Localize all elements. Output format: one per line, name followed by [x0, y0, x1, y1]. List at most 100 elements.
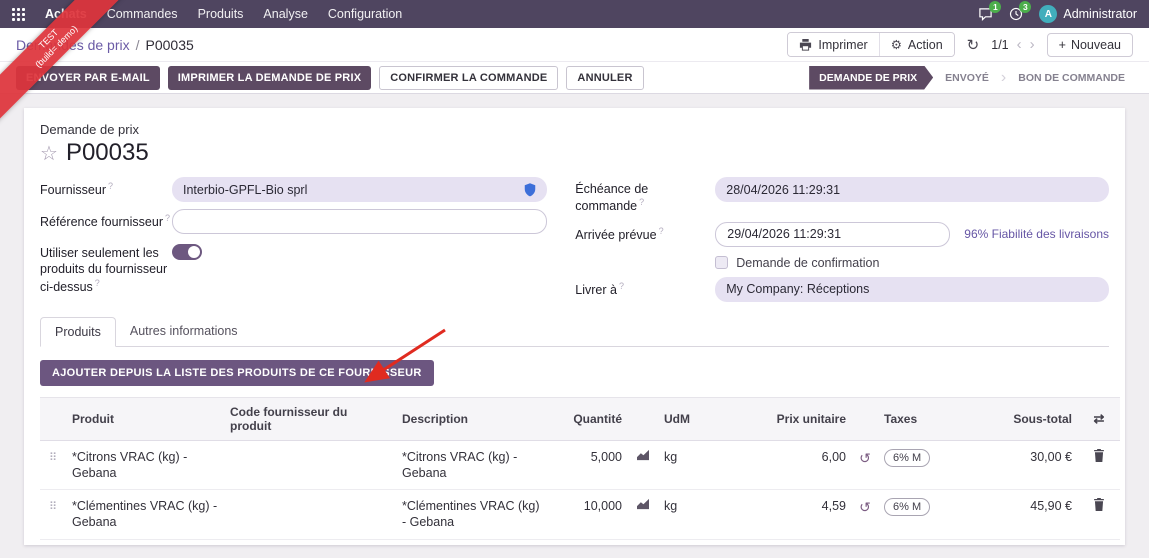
print-action-button-group: Imprimer ⚙ Action: [787, 32, 954, 57]
field-group-right: Échéance de commande? 28/04/2026 11:29:3…: [575, 177, 1109, 309]
help-marker: ?: [659, 226, 664, 236]
line-vendor-code[interactable]: [224, 490, 396, 540]
internal-user-shield-icon[interactable]: [524, 183, 536, 197]
status-step-sent[interactable]: ENVOYÉ: [937, 72, 997, 84]
col-prix-unitaire[interactable]: Prix unitaire: [740, 397, 852, 440]
odoo-purchase-rfq-screen: Achats Commandes Produits Analyse Config…: [0, 0, 1149, 558]
expected-arrival-input[interactable]: [715, 222, 950, 247]
line-add-links: Ajouter un produit Ajouter une section A…: [40, 540, 1109, 545]
top-navbar: Achats Commandes Produits Analyse Config…: [0, 0, 1149, 28]
drag-handle-icon[interactable]: ⠿: [49, 452, 57, 464]
only-vendor-products-toggle[interactable]: [172, 244, 202, 260]
print-button[interactable]: Imprimer: [788, 33, 878, 56]
new-button-label: Nouveau: [1071, 38, 1121, 52]
order-deadline-field[interactable]: 28/04/2026 11:29:31: [715, 177, 1109, 202]
line-product[interactable]: *Citrons VRAC (kg) - Gebana: [66, 440, 224, 490]
order-deadline-label: Échéance de commande?: [575, 177, 715, 215]
help-marker: ?: [165, 213, 170, 223]
printer-icon: [799, 39, 812, 51]
menu-commandes[interactable]: Commandes: [107, 7, 178, 21]
line-qty[interactable]: 10,000: [546, 490, 628, 540]
col-quantite[interactable]: Quantité: [546, 397, 628, 440]
line-unit-price[interactable]: 6,00: [740, 440, 852, 490]
col-description[interactable]: Description: [396, 397, 546, 440]
expected-arrival-label: Arrivée prévue?: [575, 222, 715, 243]
forecast-chart-icon[interactable]: [636, 449, 650, 461]
help-marker: ?: [619, 281, 624, 291]
only-vendor-products-label: Utiliser seulement les produits du fourn…: [40, 241, 172, 295]
line-description[interactable]: *Clémentines VRAC (kg) - Gebana: [396, 490, 546, 540]
notebook-tabs: Produits Autres informations: [40, 317, 1109, 347]
line-uom[interactable]: kg: [658, 490, 740, 540]
line-product[interactable]: *Clémentines VRAC (kg) - Gebana: [66, 490, 224, 540]
order-line-row[interactable]: ⠿ *Clémentines VRAC (kg) - Gebana *Cléme…: [40, 490, 1120, 540]
help-marker: ?: [639, 197, 644, 207]
activities-button[interactable]: 3: [1009, 7, 1023, 21]
drag-handle-icon[interactable]: ⠿: [49, 501, 57, 513]
price-history-icon[interactable]: ↺: [859, 450, 871, 466]
help-marker: ?: [95, 278, 100, 288]
pager-next-icon[interactable]: ›: [1030, 36, 1035, 53]
confirmation-label: Demande de confirmation: [736, 256, 879, 270]
new-button[interactable]: + Nouveau: [1047, 33, 1133, 57]
status-step-po[interactable]: BON DE COMMANDE: [1010, 72, 1133, 84]
form-sheet: Demande de prix ☆ P00035 Fournisseur? In…: [24, 108, 1125, 545]
page-title: P00035: [66, 139, 149, 167]
breadcrumb-separator: /: [136, 37, 140, 53]
confirm-order-button[interactable]: CONFIRMER LA COMMANDE: [379, 66, 558, 90]
status-step-rfq[interactable]: DEMANDE DE PRIX: [809, 66, 933, 90]
cancel-button[interactable]: ANNULER: [566, 66, 643, 90]
pager-value: 1/1: [991, 38, 1008, 52]
print-rfq-button[interactable]: IMPRIMER LA DEMANDE DE PRIX: [168, 66, 371, 90]
pager-previous-icon[interactable]: ‹: [1017, 36, 1022, 53]
line-subtotal: 30,00 €: [970, 440, 1078, 490]
add-from-vendor-list-button[interactable]: AJOUTER DEPUIS LA LISTE DES PRODUITS DE …: [40, 360, 434, 386]
user-menu[interactable]: A Administrator: [1039, 5, 1137, 23]
optional-columns-icon[interactable]: ⇄: [1094, 411, 1105, 426]
vendor-value: Interbio-GPFL-Bio sprl: [183, 183, 524, 197]
line-subtotal: 45,90 €: [970, 490, 1078, 540]
tab-produits[interactable]: Produits: [40, 317, 116, 347]
price-history-icon[interactable]: ↺: [859, 499, 871, 515]
menu-produits[interactable]: Produits: [198, 7, 244, 21]
history-column-header: [852, 397, 878, 440]
col-taxes[interactable]: Taxes: [878, 397, 970, 440]
tax-tag[interactable]: 6% M: [884, 498, 930, 516]
action-button[interactable]: ⚙ Action: [879, 33, 954, 56]
user-avatar: A: [1039, 5, 1057, 23]
col-produit[interactable]: Produit: [66, 397, 224, 440]
breadcrumb-parent-link[interactable]: Demandes de prix: [16, 37, 130, 53]
vendor-label: Fournisseur?: [40, 177, 172, 198]
vendor-ref-input[interactable]: [172, 209, 547, 234]
line-vendor-code[interactable]: [224, 440, 396, 490]
vendor-field[interactable]: Interbio-GPFL-Bio sprl: [172, 177, 547, 202]
apps-grid-icon[interactable]: [12, 8, 25, 21]
delete-line-icon[interactable]: [1093, 449, 1105, 462]
menu-configuration[interactable]: Configuration: [328, 7, 402, 21]
tax-tag[interactable]: 6% M: [884, 449, 930, 467]
table-header-row: Produit Code fournisseur du produit Desc…: [40, 397, 1120, 440]
col-code-fournisseur[interactable]: Code fournisseur du produit: [224, 397, 396, 440]
record-pager: 1/1 ‹ ›: [991, 36, 1034, 53]
order-line-row[interactable]: ⠿ *Citrons VRAC (kg) - Gebana *Citrons V…: [40, 440, 1120, 490]
col-udm[interactable]: UdM: [658, 397, 740, 440]
line-unit-price[interactable]: 4,59: [740, 490, 852, 540]
delete-line-icon[interactable]: [1093, 498, 1105, 511]
tab-autres-informations[interactable]: Autres informations: [116, 317, 252, 346]
confirmation-checkbox[interactable]: [715, 256, 728, 269]
send-by-email-button[interactable]: ENVOYER PAR E-MAIL: [16, 66, 160, 90]
print-button-label: Imprimer: [818, 38, 867, 52]
col-sous-total[interactable]: Sous-total: [970, 397, 1078, 440]
deliver-to-field[interactable]: My Company: Réceptions: [715, 277, 1109, 302]
refresh-icon[interactable]: ↻: [967, 36, 980, 54]
messages-button[interactable]: 1: [978, 7, 993, 21]
handle-column-header: [40, 397, 66, 440]
line-description[interactable]: *Citrons VRAC (kg) - Gebana: [396, 440, 546, 490]
line-qty[interactable]: 5,000: [546, 440, 628, 490]
app-menu-achats[interactable]: Achats: [45, 7, 87, 21]
gear-icon: ⚙: [891, 37, 902, 52]
menu-analyse[interactable]: Analyse: [263, 7, 307, 21]
forecast-chart-icon[interactable]: [636, 498, 650, 510]
line-uom[interactable]: kg: [658, 440, 740, 490]
favorite-star-icon[interactable]: ☆: [40, 141, 58, 166]
